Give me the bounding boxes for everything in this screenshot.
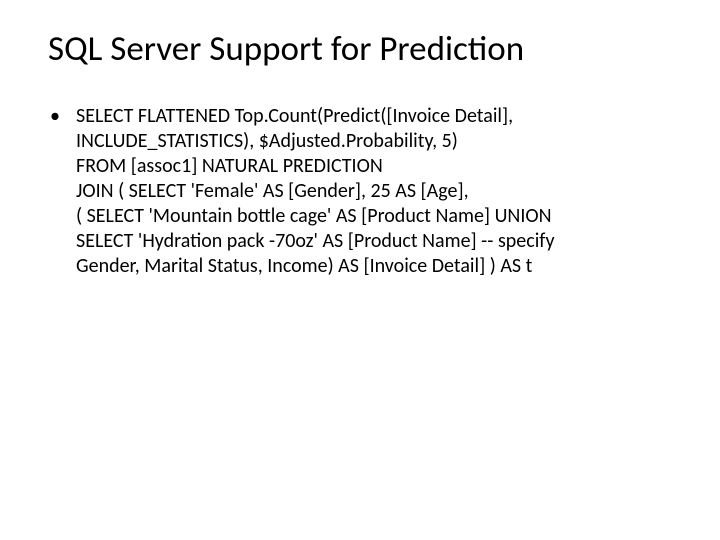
code-line: ( SELECT 'Mountain bottle cage' AS [Prod…	[76, 204, 672, 229]
slide: SQL Server Support for Prediction SELECT…	[0, 0, 720, 540]
slide-body: SELECT FLATTENED Top.Count(Predict([Invo…	[48, 104, 672, 279]
sql-code-block: SELECT FLATTENED Top.Count(Predict([Invo…	[76, 104, 672, 279]
bullet-item: SELECT FLATTENED Top.Count(Predict([Invo…	[48, 104, 672, 279]
code-line: SELECT FLATTENED Top.Count(Predict([Invo…	[76, 104, 672, 129]
code-line: JOIN ( SELECT 'Female' AS [Gender], 25 A…	[76, 179, 672, 204]
slide-title: SQL Server Support for Prediction	[48, 28, 672, 70]
code-line: Gender, Marital Status, Income) AS [Invo…	[76, 254, 672, 279]
code-line: FROM [assoc1] NATURAL PREDICTION	[76, 154, 672, 179]
bullet-list: SELECT FLATTENED Top.Count(Predict([Invo…	[48, 104, 672, 279]
code-line: SELECT 'Hydration pack -70oz' AS [Produc…	[76, 229, 672, 254]
code-line: INCLUDE_STATISTICS), $Adjusted.Probabili…	[76, 129, 672, 154]
